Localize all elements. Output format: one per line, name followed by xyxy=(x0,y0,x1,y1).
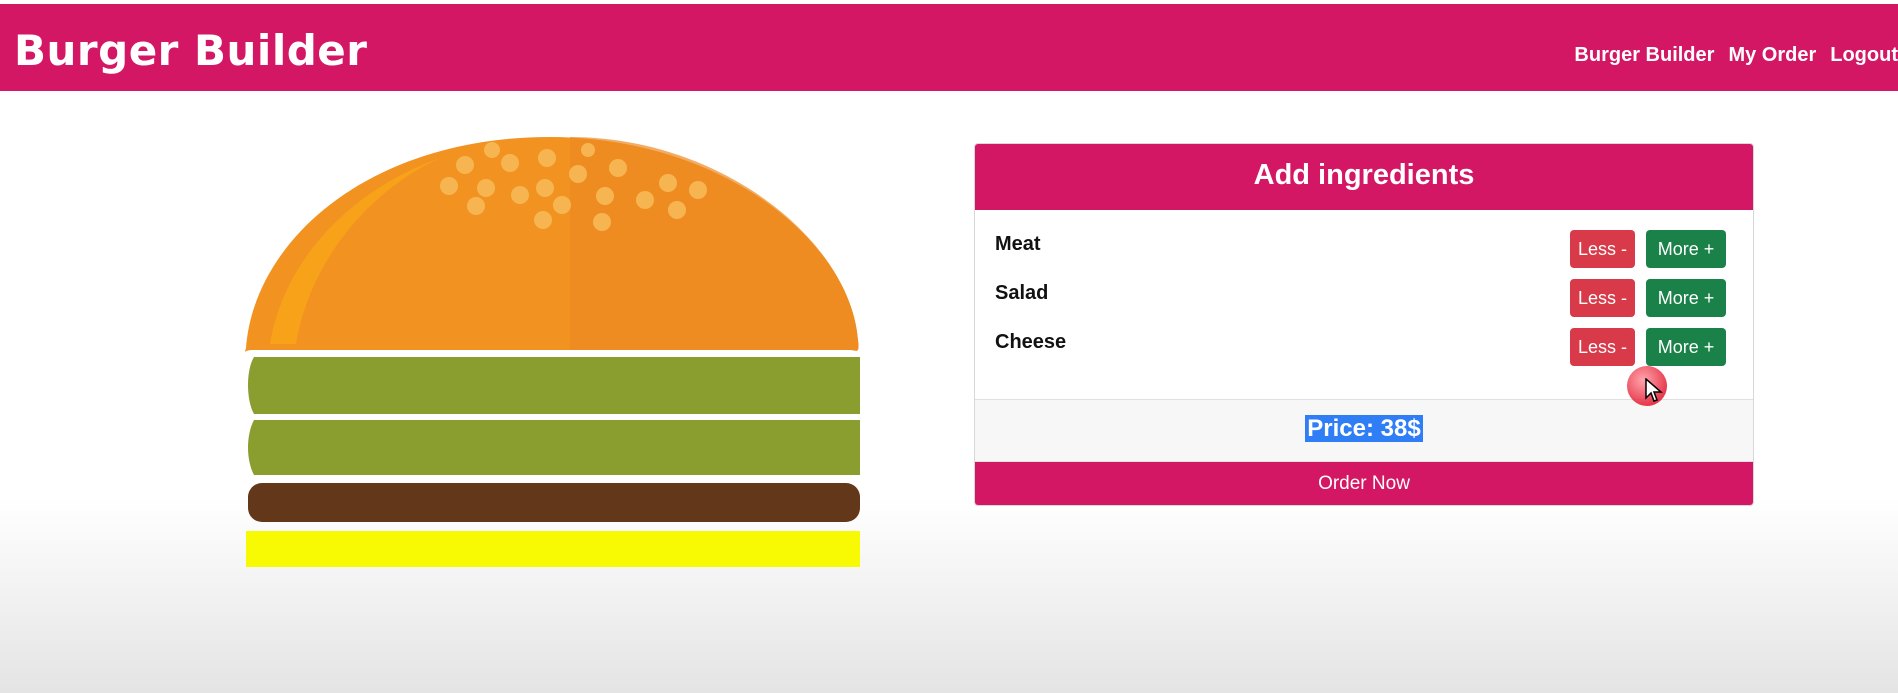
cheese-layer xyxy=(246,531,860,567)
panel-title: Add ingredients xyxy=(975,144,1753,210)
navbar: Burger Builder Burger Builder My Order L… xyxy=(0,4,1898,91)
ingredients-panel: Add ingredients Meat Less - More + Salad… xyxy=(974,143,1754,506)
ingredient-label-cheese: Cheese xyxy=(995,331,1067,353)
cursor-icon xyxy=(1645,378,1663,402)
meat-layer xyxy=(248,483,860,522)
nav-link-my-order[interactable]: My Order xyxy=(1728,44,1816,67)
nav-links: Burger Builder My Order Logout xyxy=(1560,44,1898,67)
brand-logo[interactable]: Burger Builder xyxy=(14,26,367,75)
meat-more-button[interactable]: More + xyxy=(1646,230,1726,268)
price-bar: Price: 38$ xyxy=(975,399,1753,462)
salad-layer-2 xyxy=(248,420,860,475)
meat-less-button[interactable]: Less - xyxy=(1570,230,1635,268)
burger-illustration xyxy=(244,137,860,567)
bread-top xyxy=(244,137,859,352)
ingredient-row-meat: Meat Less - More + xyxy=(975,230,1753,270)
salad-layer-1 xyxy=(248,357,860,414)
ingredient-label-meat: Meat xyxy=(995,233,1041,255)
cheese-more-button[interactable]: More + xyxy=(1646,328,1726,366)
burger-preview xyxy=(240,130,890,580)
salad-less-button[interactable]: Less - xyxy=(1570,279,1635,317)
cheese-less-button[interactable]: Less - xyxy=(1570,328,1635,366)
ingredient-label-salad: Salad xyxy=(995,282,1049,304)
price-text: Price: 38$ xyxy=(1305,415,1423,442)
salad-more-button[interactable]: More + xyxy=(1646,279,1726,317)
nav-link-burger-builder[interactable]: Burger Builder xyxy=(1574,44,1714,67)
ingredient-row-cheese: Cheese Less - More + xyxy=(975,328,1753,368)
ingredient-row-salad: Salad Less - More + xyxy=(975,279,1753,319)
nav-link-logout[interactable]: Logout xyxy=(1830,44,1898,67)
order-now-button[interactable]: Order Now xyxy=(975,462,1753,505)
